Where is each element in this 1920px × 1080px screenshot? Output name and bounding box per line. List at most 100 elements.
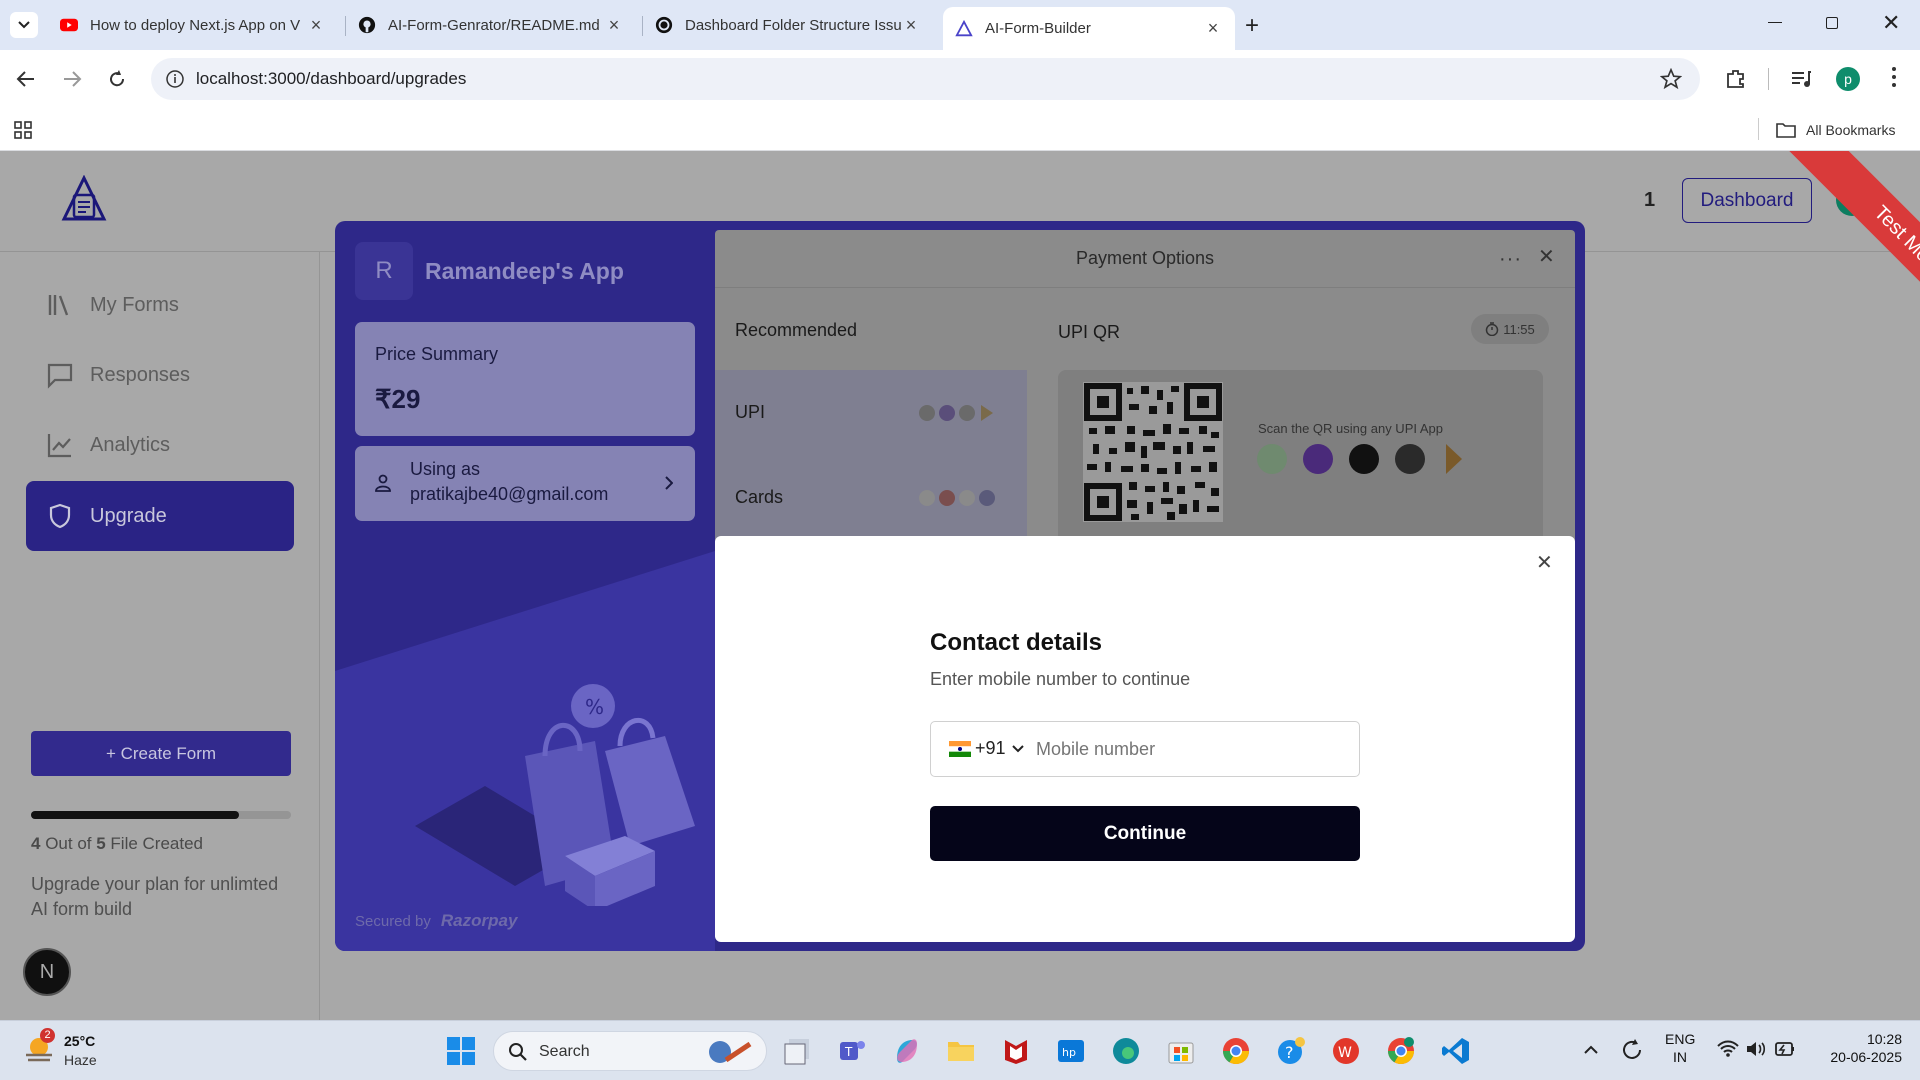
shield-icon — [49, 503, 71, 529]
time: 10:28 — [1866, 1031, 1902, 1047]
file-explorer-icon[interactable] — [946, 1036, 976, 1066]
restore-button[interactable] — [1826, 17, 1838, 29]
app-logo-icon[interactable] — [60, 175, 108, 223]
site-info-icon[interactable] — [166, 70, 184, 88]
create-form-button[interactable]: + Create Form — [31, 731, 291, 776]
teams-icon[interactable]: T — [837, 1036, 867, 1066]
price-summary-card: Price Summary ₹29 — [355, 322, 695, 436]
chevron-down-icon — [18, 21, 30, 29]
timer-icon — [1485, 322, 1499, 336]
ms-store-icon[interactable] — [1166, 1036, 1196, 1066]
mobile-number-input[interactable] — [1036, 732, 1336, 766]
lang-line-2: IN — [1673, 1049, 1687, 1065]
profile-avatar[interactable]: p — [1836, 67, 1860, 91]
upi-qr-label: UPI QR — [1058, 322, 1121, 342]
volume-icon[interactable] — [1745, 1040, 1767, 1058]
back-icon[interactable] — [16, 70, 36, 88]
reload-icon[interactable] — [107, 69, 127, 89]
mcafee-icon[interactable] — [1001, 1036, 1031, 1066]
svg-text:hp: hp — [1062, 1046, 1076, 1059]
browser-menu-icon[interactable] — [1892, 67, 1896, 91]
country-code-select[interactable]: +91 — [949, 738, 1024, 759]
tab-chatgpt[interactable]: Dashboard Folder Structure Issu × — [643, 7, 933, 43]
folder-icon — [1776, 123, 1796, 138]
wifi-icon[interactable] — [1717, 1040, 1739, 1058]
library-icon — [48, 295, 69, 316]
sidebar-item-upgrade[interactable]: Upgrade — [26, 481, 294, 551]
sidebar-item-responses[interactable]: Responses — [26, 340, 294, 410]
razorpay-brand: Razorpay — [440, 911, 518, 930]
close-tab-icon[interactable]: × — [901, 15, 921, 36]
windows-start-icon[interactable] — [446, 1036, 476, 1066]
continue-button[interactable]: Continue — [930, 806, 1360, 861]
language-indicator[interactable]: ENG IN — [1665, 1031, 1695, 1065]
phone-input-group: +91 — [930, 721, 1360, 777]
date: 20-06-2025 — [1830, 1049, 1902, 1065]
hp-app-icon[interactable]: hp — [1056, 1036, 1086, 1066]
minimize-button[interactable] — [1768, 22, 1782, 23]
media-control-icon[interactable] — [1790, 69, 1812, 89]
close-tab-icon[interactable]: × — [604, 15, 624, 36]
search-icon — [509, 1043, 527, 1061]
taskbar-search[interactable]: Search — [493, 1031, 767, 1071]
battery-icon[interactable] — [1774, 1040, 1796, 1058]
sync-icon[interactable] — [1620, 1038, 1644, 1062]
close-tab-icon[interactable]: × — [1203, 18, 1223, 39]
star-icon[interactable] — [1660, 68, 1682, 90]
usage-tail: File Created — [105, 834, 204, 853]
panel-divider — [715, 287, 1575, 288]
contact-details-modal: ✕ Contact details Enter mobile number to… — [715, 536, 1575, 942]
sidebar: My Forms Responses Analytics Upgrade + C… — [0, 252, 320, 1020]
contact-card[interactable]: Using as pratikajbe40@gmail.com — [355, 446, 695, 521]
copilot-icon[interactable] — [892, 1036, 922, 1066]
more-options-icon[interactable]: ··· — [1499, 248, 1522, 271]
toolbar-divider — [1768, 68, 1769, 90]
tab-github[interactable]: AI-Form-Genrator/README.md × — [346, 7, 636, 43]
chrome-profile-icon[interactable] — [1386, 1036, 1416, 1066]
qr-code-icon[interactable] — [1083, 382, 1223, 522]
chevron-right-icon — [665, 476, 673, 490]
card-networks-icon — [919, 490, 995, 506]
chrome-icon[interactable] — [1221, 1036, 1251, 1066]
close-tab-icon[interactable]: × — [306, 15, 326, 36]
url-field[interactable]: localhost:3000/dashboard/upgrades — [151, 58, 1700, 100]
extensions-icon[interactable] — [1725, 68, 1747, 90]
close-checkout-icon[interactable]: ✕ — [1538, 244, 1555, 269]
weather-desc: Haze — [64, 1052, 97, 1068]
close-window-button[interactable]: ✕ — [1882, 10, 1900, 36]
upi-apps-icon — [919, 405, 993, 421]
nextjs-avatar[interactable]: N — [23, 948, 71, 996]
sidebar-item-analytics[interactable]: Analytics — [26, 410, 294, 480]
clock[interactable]: 10:28 20-06-2025 — [1812, 1031, 1902, 1065]
tab-ai-form-builder[interactable]: AI-Form-Builder × — [943, 7, 1235, 50]
sidebar-item-my-forms[interactable]: My Forms — [26, 270, 294, 340]
payment-options-title: Payment Options — [1075, 248, 1215, 268]
new-tab-button[interactable]: + — [1245, 12, 1259, 40]
method-upi[interactable]: UPI — [715, 370, 1027, 455]
task-view-icon[interactable] — [783, 1036, 813, 1066]
wps-office-icon[interactable]: W — [1331, 1036, 1361, 1066]
secured-by: Secured by Razorpay — [355, 911, 517, 931]
using-as-label: Using as — [410, 459, 481, 479]
tab-youtube[interactable]: How to deploy Next.js App on V × — [48, 7, 338, 43]
tab-search-button[interactable] — [10, 12, 38, 38]
help-icon[interactable]: ? — [1276, 1036, 1306, 1066]
svg-text:W: W — [1338, 1045, 1352, 1061]
show-hidden-icons[interactable] — [1584, 1045, 1598, 1054]
vscode-icon[interactable] — [1441, 1036, 1471, 1066]
apps-grid-icon[interactable] — [14, 121, 32, 139]
dashboard-button[interactable]: Dashboard — [1682, 178, 1812, 223]
contact-email: pratikajbe40@gmail.com — [410, 484, 609, 504]
close-modal-icon[interactable]: ✕ — [1536, 550, 1553, 575]
github-icon — [358, 16, 376, 34]
app-page: 1 Dashboard My Forms Responses Analytics… — [0, 151, 1920, 1020]
all-bookmarks-link[interactable]: All Bookmarks — [1806, 122, 1895, 138]
tab-title: Dashboard Folder Structure Issu — [685, 16, 901, 34]
weather-badge: 2 — [40, 1028, 55, 1043]
method-cards[interactable]: Cards — [715, 455, 1027, 540]
temperature: 25°C — [64, 1033, 96, 1049]
forward-icon[interactable] — [62, 70, 82, 88]
edge-icon[interactable] — [1111, 1036, 1141, 1066]
usage-progress-fill — [31, 811, 239, 819]
bookmarks-divider — [1758, 118, 1759, 140]
